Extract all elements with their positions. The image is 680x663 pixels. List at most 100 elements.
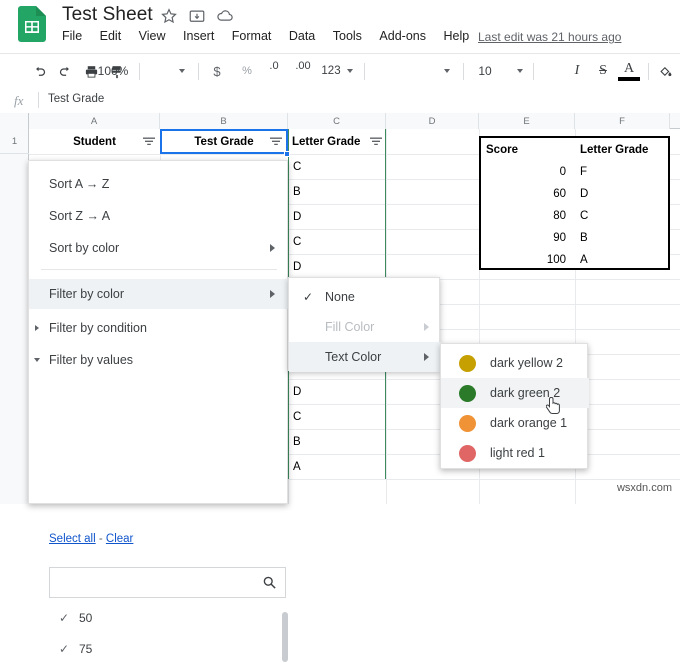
selected-cell-b1[interactable] [160, 129, 288, 154]
cell-c6[interactable]: D [290, 254, 380, 279]
menu-item-edit[interactable]: Edit [93, 29, 129, 43]
lookup-score-100[interactable]: 100 [483, 249, 569, 270]
move-to-folder-icon[interactable] [188, 7, 206, 25]
increase-decimal-button[interactable]: .00 [290, 58, 316, 84]
chevron-right-icon [270, 244, 275, 252]
italic-button[interactable]: I [566, 58, 588, 84]
zoom-level[interactable]: 100% [96, 58, 130, 84]
number-format-dropdown[interactable] [344, 58, 356, 84]
text-color-option-dark-green-2[interactable]: dark green 2 [441, 378, 589, 408]
formula-input[interactable]: Test Grade [48, 93, 104, 105]
cell-c13[interactable]: B [290, 429, 380, 454]
text-color-option-dark-orange-1[interactable]: dark orange 1 [441, 408, 589, 438]
cell-c14[interactable]: A [290, 454, 380, 479]
color-swatch-icon [459, 444, 476, 462]
menu-item-addons[interactable]: Add-ons [372, 29, 433, 43]
lookup-grade-90[interactable]: B [577, 227, 663, 249]
filter-value-row[interactable]: ✓ 75 [49, 634, 286, 663]
cell-c1-letter-grade[interactable]: Letter Grade [289, 129, 371, 154]
color-swatch-icon [459, 354, 476, 372]
filter-values-scrollbar[interactable] [282, 612, 288, 662]
column-header-f[interactable]: F [575, 113, 670, 129]
toolbar: 100% $ % .0 .00 123 10 B I S A [0, 54, 680, 143]
font-family-dropdown[interactable] [438, 58, 456, 84]
redo-button[interactable] [54, 58, 76, 84]
last-edit-status[interactable]: Last edit was 21 hours ago [478, 30, 621, 44]
font-size-dropdown[interactable] [512, 58, 528, 84]
menu-item-filter-by-values[interactable]: Filter by values [29, 345, 289, 375]
menu-item-file[interactable]: File [62, 29, 89, 43]
cloud-saved-icon[interactable] [216, 7, 234, 25]
clear-link[interactable]: Clear [106, 533, 133, 545]
lookup-score-90[interactable]: 90 [483, 227, 569, 249]
score-lookup-table: Score Letter Grade 0 F 60 D 80 C 90 B 10… [479, 136, 670, 270]
menu-item-format[interactable]: Format [225, 29, 279, 43]
star-icon[interactable] [160, 7, 178, 25]
percent-format-button[interactable]: % [236, 58, 258, 84]
lookup-score-60[interactable]: 60 [483, 183, 569, 205]
cell-c12[interactable]: C [290, 404, 380, 429]
filter-value-label: 75 [79, 641, 93, 656]
filter-search-box[interactable] [49, 567, 286, 598]
submenu-item-fill-color: Fill Color [289, 312, 441, 342]
lookup-grade-100[interactable]: A [577, 249, 663, 270]
lookup-header-score[interactable]: Score [483, 138, 575, 161]
filter-by-color-submenu: ✓ None Fill Color Text Color [288, 277, 441, 372]
chevron-right-icon [424, 323, 429, 331]
lookup-score-0[interactable]: 0 [483, 161, 569, 183]
checkmark-icon[interactable]: ✓ [49, 642, 79, 656]
menu-item-help[interactable]: Help [436, 29, 476, 43]
column-header-e[interactable]: E [479, 113, 575, 129]
chevron-right-icon [270, 290, 275, 298]
text-color-option-light-red-1[interactable]: light red 1 [441, 438, 589, 468]
lookup-score-80[interactable]: 80 [483, 205, 569, 227]
filter-icon-column-c[interactable] [370, 137, 382, 147]
search-icon[interactable] [262, 575, 277, 590]
filter-icon-column-a[interactable] [143, 137, 155, 147]
text-color-button[interactable]: A [618, 60, 640, 81]
lookup-grade-0[interactable]: F [577, 161, 663, 183]
cell-c5[interactable]: C [290, 229, 380, 254]
row-header-1[interactable]: 1 [0, 129, 29, 154]
select-all-link[interactable]: Select all [49, 533, 96, 545]
lookup-grade-60[interactable]: D [577, 183, 663, 205]
decrease-decimal-button[interactable]: .0 [262, 58, 286, 84]
submenu-item-text-color[interactable]: Text Color [289, 342, 441, 372]
cell-c3[interactable]: B [290, 179, 380, 204]
undo-button[interactable] [28, 58, 50, 84]
submenu-item-none[interactable]: ✓ None [289, 282, 441, 312]
document-title[interactable]: Test Sheet [62, 4, 153, 26]
menu-item-view[interactable]: View [132, 29, 173, 43]
currency-format-button[interactable]: $ [206, 58, 228, 84]
menu-item-sort-z-a[interactable]: Sort Z → A [29, 201, 289, 231]
select-all-corner[interactable] [0, 113, 29, 129]
lookup-grade-80[interactable]: C [577, 205, 663, 227]
strikethrough-button[interactable]: S [592, 58, 614, 84]
menu-item-sort-a-z[interactable]: Sort A → Z [29, 169, 289, 199]
text-color-submenu: dark yellow 2 dark green 2 dark orange 1… [440, 343, 589, 469]
menu-item-tools[interactable]: Tools [326, 29, 369, 43]
lookup-header-letter-grade[interactable]: Letter Grade [577, 138, 667, 161]
menu-item-filter-by-color[interactable]: Filter by color [29, 279, 289, 309]
number-format-button[interactable]: 123 [318, 58, 344, 84]
toolbar-divider-2 [198, 63, 199, 80]
cell-c11[interactable]: D [290, 379, 380, 404]
menu-item-sort-by-color[interactable]: Sort by color [29, 233, 289, 263]
cell-c2[interactable]: C [290, 154, 380, 179]
filter-value-row[interactable]: ✓ 50 [49, 603, 286, 632]
text-color-option-dark-yellow-2[interactable]: dark yellow 2 [441, 348, 589, 378]
menu-item-filter-by-condition[interactable]: Filter by condition [29, 313, 289, 343]
cell-a1-student[interactable]: Student [29, 129, 160, 154]
font-size-value[interactable]: 10 [472, 58, 498, 84]
cell-c4[interactable]: D [290, 204, 380, 229]
checkmark-icon[interactable]: ✓ [49, 611, 79, 625]
column-header-c[interactable]: C [288, 113, 386, 129]
zoom-dropdown-button[interactable] [133, 58, 191, 84]
column-header-a[interactable]: A [29, 113, 160, 129]
chevron-down-icon [179, 69, 185, 73]
menu-item-insert[interactable]: Insert [176, 29, 221, 43]
column-header-b[interactable]: B [160, 113, 288, 129]
column-header-d[interactable]: D [386, 113, 479, 129]
menu-item-data[interactable]: Data [282, 29, 322, 43]
fill-color-button[interactable] [654, 58, 676, 84]
